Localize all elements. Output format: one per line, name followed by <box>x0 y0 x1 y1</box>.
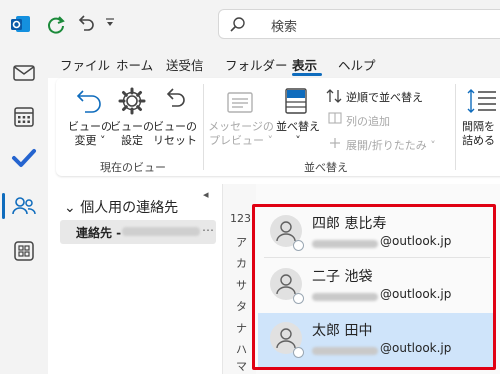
view-settings-line2: 設定 <box>121 134 143 147</box>
message-preview-button[interactable]: メッセージの プレビュー ˅ <box>208 120 274 148</box>
chevron-down-icon: ⌄ <box>64 200 76 216</box>
change-view-icon <box>75 86 105 116</box>
undo-icon[interactable] <box>75 13 97 35</box>
expand-collapse-button[interactable]: 展開/折りたたみ ˅ <box>346 137 436 153</box>
gear-icon <box>117 86 147 116</box>
contact-email-domain: @outlook.jp <box>380 287 452 301</box>
reverse-sort-icon <box>326 88 342 107</box>
contact-email-domain: @outlook.jp <box>380 234 452 248</box>
index-letter[interactable]: 123 <box>230 212 251 225</box>
people-icon[interactable] <box>11 193 37 219</box>
tab-view[interactable]: 表示 <box>292 55 317 74</box>
folder-group-label: 個人用の連絡先 <box>80 200 179 216</box>
reset-view-button[interactable]: ビューの リセット <box>152 120 198 148</box>
redacted-email-user <box>312 347 378 355</box>
more-icon[interactable]: ⋯ <box>202 223 214 237</box>
active-tab-indicator <box>292 73 322 76</box>
search-placeholder: 検索 <box>271 20 298 35</box>
sync-icon[interactable] <box>45 13 67 35</box>
outlook-icon[interactable] <box>10 13 32 35</box>
folder-item-label: 連絡先 - <box>76 226 122 240</box>
search-icon <box>229 16 247 34</box>
index-letter[interactable]: サ <box>236 277 247 293</box>
redacted-account <box>122 227 200 236</box>
index-letter[interactable]: マ <box>236 358 247 374</box>
current-view-group-label: 現在のビュー <box>100 161 166 174</box>
add-columns-button[interactable]: 列の追加 <box>346 113 390 129</box>
compact-spacing-line2: 詰める <box>462 134 495 147</box>
presence-status-icon <box>293 347 304 358</box>
contact-email-domain: @outlook.jp <box>380 341 452 355</box>
expand-collapse-icon <box>328 137 342 152</box>
compact-spacing-icon <box>466 86 496 116</box>
search-input[interactable]: 検索 <box>218 9 500 39</box>
contact-name: 四郎 恵比寿 <box>312 216 387 232</box>
folder-item-contacts[interactable]: 連絡先 - ⋯ <box>60 220 216 244</box>
index-letter[interactable]: ハ <box>236 341 247 357</box>
divider <box>264 257 490 258</box>
index-letter[interactable]: ア <box>236 234 247 250</box>
tab-file[interactable]: ファイル <box>60 55 110 74</box>
reverse-sort-button[interactable]: 逆順で並べ替え <box>346 89 423 105</box>
reset-view-icon <box>160 86 190 116</box>
contact-name: 二子 池袋 <box>312 269 373 285</box>
sort-button[interactable]: 並べ替え ˅ <box>273 120 323 148</box>
index-letter[interactable]: タ <box>236 298 247 314</box>
apps-icon[interactable] <box>11 238 37 264</box>
view-settings-button[interactable]: ビューの 設定 <box>108 120 156 148</box>
contact-item-selected[interactable]: 太郎 田中 @outlook.jp <box>258 313 494 367</box>
presence-status-icon <box>293 240 304 251</box>
folder-group-header[interactable]: ⌄ 個人用の連絡先 <box>64 197 178 217</box>
sort-button-line2: ˅ <box>295 134 301 147</box>
sort-button-line1: 並べ替え <box>276 120 320 133</box>
message-preview-line2: プレビュー ˅ <box>209 134 273 147</box>
view-settings-line1: ビューの <box>110 120 154 133</box>
tab-folder[interactable]: フォルダー <box>225 55 288 74</box>
presence-status-icon <box>293 293 304 304</box>
title-bar: 検索 <box>0 0 500 48</box>
reset-view-line1: ビューの <box>153 120 197 133</box>
calendar-icon[interactable] <box>11 104 37 130</box>
active-indicator <box>2 193 5 219</box>
contact-item[interactable]: 四郎 恵比寿 @outlook.jp <box>258 206 494 260</box>
ribbon-separator <box>455 84 456 170</box>
mail-icon[interactable] <box>11 60 37 86</box>
tab-help[interactable]: ヘルプ <box>338 55 376 74</box>
tab-send-receive[interactable]: 送受信 <box>166 55 204 74</box>
customize-dropdown-icon[interactable] <box>104 17 126 39</box>
redacted-email-user <box>312 293 378 301</box>
ribbon-tabs: ファイル ホーム 送受信 フォルダー 表示 ヘルプ <box>48 48 500 78</box>
reset-view-line2: リセット <box>153 134 197 147</box>
add-columns-icon <box>328 112 342 127</box>
collapse-pane-icon[interactable]: ◂ <box>203 188 209 201</box>
index-letter[interactable]: カ <box>236 255 247 271</box>
sort-icon <box>282 86 312 116</box>
tab-home[interactable]: ホーム <box>116 55 153 74</box>
sort-group-label: 並べ替え <box>304 161 348 174</box>
todo-icon[interactable] <box>11 145 37 171</box>
compact-spacing-button[interactable]: 間隔を 詰める <box>462 120 500 148</box>
index-letter[interactable]: ナ <box>236 320 247 336</box>
contact-name: 太郎 田中 <box>312 323 373 339</box>
message-preview-line1: メッセージの <box>208 120 274 133</box>
message-preview-icon <box>225 88 255 118</box>
app-rail <box>0 48 48 374</box>
contact-item[interactable]: 二子 池袋 @outlook.jp <box>258 259 494 313</box>
ribbon-separator <box>203 84 204 170</box>
compact-spacing-line1: 間隔を <box>462 120 495 133</box>
redacted-email-user <box>312 240 378 248</box>
